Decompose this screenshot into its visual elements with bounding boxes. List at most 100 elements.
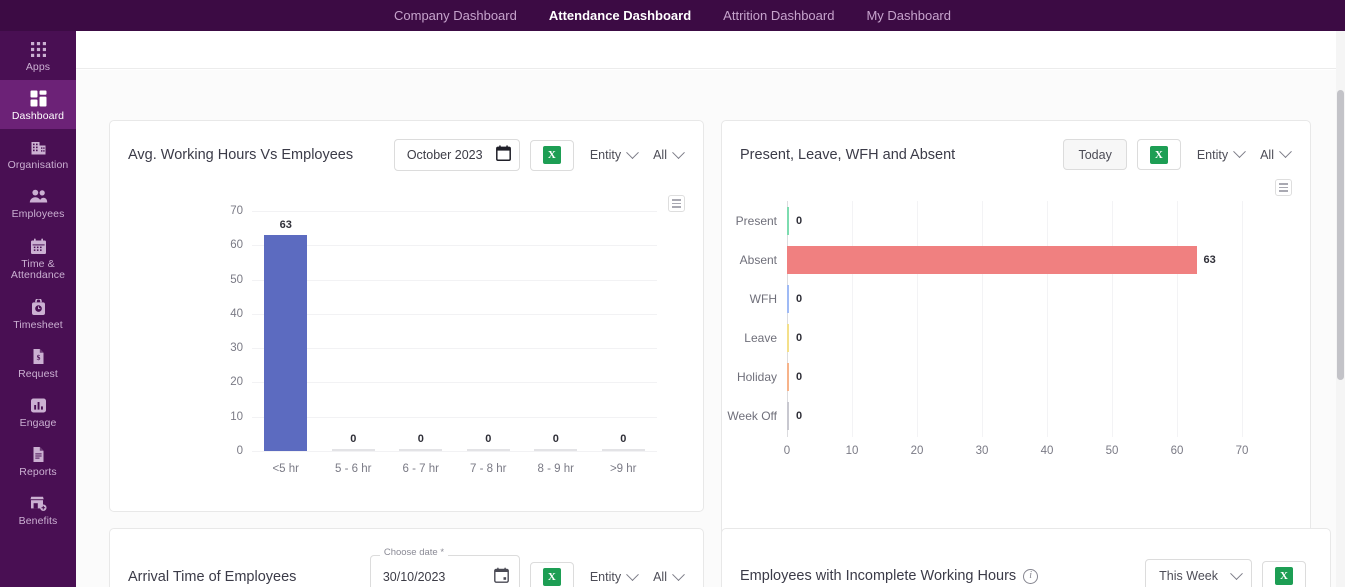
card-controls-incomplete: This Week X	[1145, 559, 1306, 587]
entity-select-working-hours[interactable]: Entity	[589, 145, 639, 162]
export-excel-button-working-hours[interactable]: X	[529, 139, 574, 171]
bar-chart-gridline	[1242, 201, 1243, 437]
sidebar-item-time-attendance[interactable]: Time & Attendance	[0, 227, 76, 289]
info-icon[interactable]: i	[1023, 568, 1039, 584]
sidebar-item-request[interactable]: $ Request	[0, 338, 76, 387]
svg-text:$: $	[36, 353, 40, 362]
column-chart-bar[interactable]: 63	[264, 219, 308, 451]
grid-apps-icon	[28, 40, 48, 60]
bar-chart-row: Present 0	[736, 201, 803, 240]
bar-chart-category-label: Absent	[739, 252, 777, 267]
card-header-arrival-time: Arrival Time of Employees Choose date * …	[110, 529, 703, 587]
column-chart-bar[interactable]: 0	[331, 433, 375, 451]
card-title-incomplete: Employees with Incomplete Working Hours	[740, 568, 1017, 584]
card-title-incomplete-wrap: Employees with Incomplete Working Hours …	[740, 566, 1039, 586]
sidebar-item-benefits[interactable]: Benefits	[0, 485, 76, 534]
column-chart-bar[interactable]: 0	[601, 433, 645, 451]
sidebar-item-apps[interactable]: Apps	[0, 31, 76, 80]
column-chart-y-tick-label: 70	[230, 205, 243, 217]
bar-chart-category-label: Holiday	[736, 369, 777, 384]
excel-icon: X	[542, 568, 561, 586]
sidebar-item-engage[interactable]: Engage	[0, 387, 76, 436]
column-chart-value-label: 0	[350, 433, 357, 445]
card-attendance-status: Present, Leave, WFH and Absent Today X E…	[721, 120, 1311, 537]
excel-icon: X	[1149, 145, 1168, 164]
entity-select-status[interactable]: Entity	[1197, 145, 1246, 162]
column-chart-x-tick-label: 8 - 9 hr	[537, 463, 574, 475]
chart-avg-working-hours: 0 10 20 30 40 50 60 70 63 0 0 0 0 0 <5 hr 5 - 6 hr 6 - …	[110, 199, 705, 499]
topnav-attrition-dashboard[interactable]: Attrition Dashboard	[707, 0, 850, 31]
page-vertical-scrollbar[interactable]	[1336, 31, 1345, 587]
hamburger-line	[1279, 190, 1288, 192]
bar-chart-x-tick-label: 50	[1105, 445, 1119, 457]
column-chart-bar[interactable]: 0	[399, 433, 443, 451]
column-chart-x-labels: <5 hr 5 - 6 hr 6 - 7 hr 7 - 8 hr 8 - 9 hr >9 …	[252, 463, 657, 475]
topnav-company-dashboard[interactable]: Company Dashboard	[378, 0, 533, 31]
top-navigation-bar: Company Dashboard Attendance Dashboard A…	[0, 0, 1345, 31]
export-excel-button-status[interactable]: X	[1136, 139, 1181, 170]
calendar-icon[interactable]	[493, 567, 509, 587]
all-select-status[interactable]: All	[1260, 145, 1292, 162]
export-excel-button-incomplete[interactable]: X	[1262, 560, 1306, 587]
sidebar-item-organisation[interactable]: Organisation	[0, 129, 76, 178]
today-button[interactable]: Today	[1063, 139, 1127, 170]
month-picker-value: October 2023	[406, 148, 483, 162]
card-controls-arrival-time: Choose date * 30/10/2023 X Entity All	[369, 547, 685, 587]
column-chart-bar[interactable]: 0	[466, 433, 510, 451]
sidebar-label-benefits: Benefits	[18, 514, 58, 527]
bar-chart-bar[interactable]	[787, 323, 789, 352]
choose-date-value: 30/10/2023	[382, 570, 446, 584]
sidebar-item-reports[interactable]: Reports	[0, 436, 76, 485]
bar-chart-bar[interactable]	[787, 284, 789, 313]
choose-date-field-wrap: Choose date * 30/10/2023	[369, 547, 520, 587]
attendance-dashboard-page: Company Dashboard Attendance Dashboard A…	[0, 0, 1345, 587]
sidebar-item-dashboard[interactable]: Dashboard	[0, 80, 76, 129]
calendar-icon[interactable]	[495, 144, 511, 166]
bar-chart-gridline	[1177, 201, 1178, 437]
all-select-value: All	[653, 148, 667, 162]
bar-chart-bar[interactable]	[787, 362, 789, 391]
all-select-arrival[interactable]: All	[653, 567, 685, 584]
card-incomplete-working-hours: Employees with Incomplete Working Hours …	[721, 528, 1331, 587]
export-excel-button-arrival[interactable]: X	[529, 561, 574, 587]
bar-chart-value-label: 0	[796, 292, 803, 305]
bar-chart-x-labels: 0 10 20 30 40 50 60 70	[784, 445, 1249, 461]
column-chart-y-tick-label: 50	[230, 273, 243, 286]
month-picker-working-hours[interactable]: October 2023	[393, 139, 520, 171]
card-title-attendance-status: Present, Leave, WFH and Absent	[740, 146, 956, 163]
column-chart-bar-slot: 0	[387, 211, 455, 451]
column-chart-bar[interactable]: 0	[534, 433, 578, 451]
chevron-down-icon	[1230, 566, 1243, 580]
range-select-incomplete[interactable]: This Week	[1145, 559, 1252, 587]
sidebar-label-request: Request	[18, 367, 58, 380]
dollar-document-icon: $	[28, 347, 48, 367]
card-title-arrival-time: Arrival Time of Employees	[128, 569, 297, 585]
sidebar-item-timesheet[interactable]: Timesheet	[0, 289, 76, 338]
bar-chart-icon	[28, 396, 48, 416]
column-chart-x-tick-label: 6 - 7 hr	[402, 463, 439, 475]
bar-chart-value-label: 0	[796, 214, 803, 227]
sidebar-item-employees[interactable]: Employees	[0, 178, 76, 227]
entity-select-value: Entity	[589, 148, 622, 162]
bar-chart-value-label: 0	[796, 370, 803, 383]
topnav-my-dashboard[interactable]: My Dashboard	[850, 0, 967, 31]
choose-date-input[interactable]: 30/10/2023	[369, 555, 520, 587]
dashboard-board: Avg. Working Hours Vs Employees October …	[76, 70, 1345, 587]
sidebar-label-reports: Reports	[19, 465, 57, 478]
all-select-value: All	[653, 570, 667, 584]
bar-chart-bar[interactable]	[787, 206, 789, 235]
column-chart-bar-slot: 0	[320, 211, 388, 451]
top-nav-list: Company Dashboard Attendance Dashboard A…	[378, 0, 967, 31]
bar-chart-bar[interactable]	[787, 245, 1197, 274]
chevron-down-icon	[672, 145, 685, 159]
entity-select-arrival[interactable]: Entity	[590, 567, 639, 584]
chevron-down-icon	[626, 145, 639, 159]
bar-chart-bar[interactable]	[787, 401, 789, 430]
bar-chart-row: Absent 63	[740, 240, 1216, 279]
scrollbar-thumb[interactable]	[1337, 90, 1344, 380]
column-chart-value-label: 0	[485, 433, 492, 445]
column-chart-bars: 63 0 0 0 0 0	[252, 211, 657, 451]
topnav-attendance-dashboard[interactable]: Attendance Dashboard	[533, 0, 707, 31]
all-select-working-hours[interactable]: All	[653, 145, 685, 162]
primary-sidebar: Apps Dashboard Organisation Employees Ti…	[0, 31, 76, 587]
